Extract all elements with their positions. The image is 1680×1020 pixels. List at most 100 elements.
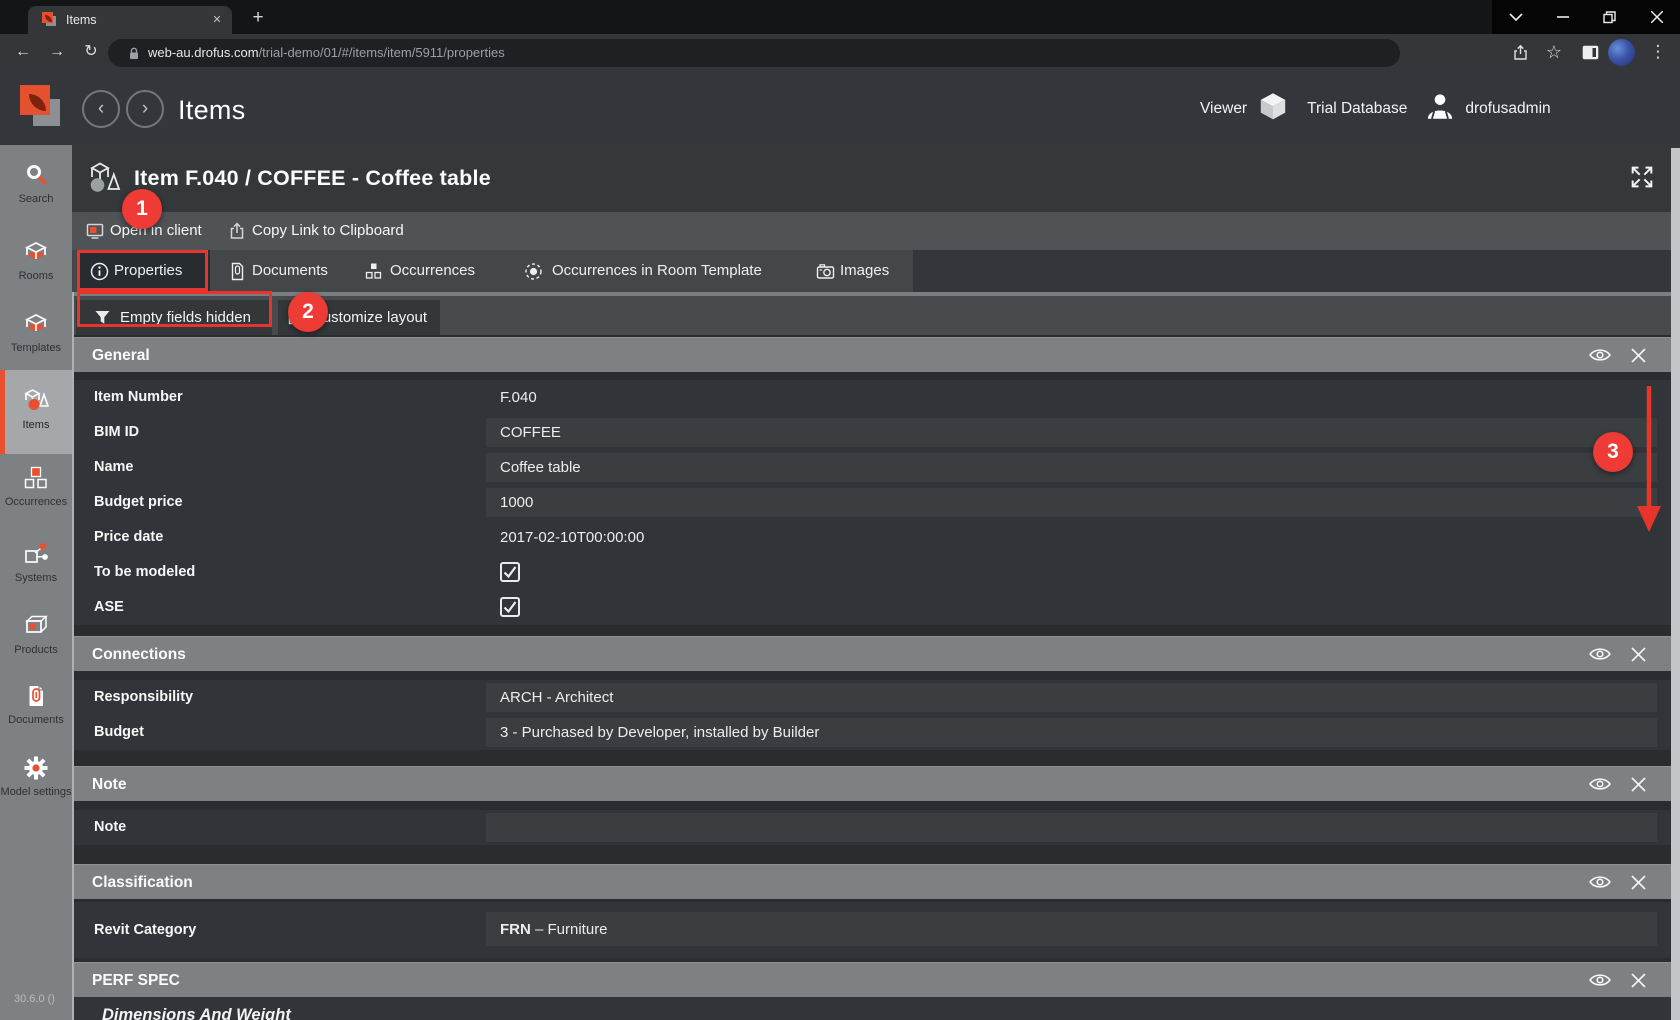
property-value-field[interactable] (486, 813, 1657, 842)
property-value-field[interactable] (486, 683, 1657, 712)
property-value[interactable]: 2017-02-10T00:00:00 (500, 520, 644, 555)
sidebar-item-rooms[interactable]: Rooms (0, 237, 72, 299)
sidebar-item-occurrences[interactable]: Occurrences (0, 463, 72, 525)
sidebar-item-label: Templates (0, 342, 72, 354)
copy-link-icon (228, 222, 246, 240)
section-close-icon[interactable] (1630, 874, 1647, 891)
section-header-note: Note (72, 766, 1680, 801)
bookmark-star-icon[interactable]: ☆ (1540, 38, 1568, 66)
page-scrollbar[interactable] (1671, 148, 1680, 1020)
section-header-general: General (72, 337, 1680, 372)
annotation-step-1: 1 (122, 189, 162, 229)
window-controls (1492, 0, 1680, 34)
tab-close-icon[interactable]: ✕ (210, 13, 224, 27)
tab-images[interactable]: Images (804, 250, 964, 292)
property-label: Note (94, 810, 126, 845)
window-minimize-icon[interactable] (1539, 0, 1586, 34)
templates-icon (23, 311, 49, 337)
browser-reload-button[interactable]: ↻ (78, 39, 104, 65)
sidebar-item-items[interactable]: Items (0, 370, 72, 454)
window-restore-icon[interactable] (1586, 0, 1633, 34)
browser-menu-icon[interactable]: ⋮ (1644, 38, 1672, 66)
section-close-icon[interactable] (1630, 776, 1647, 793)
section-close-icon[interactable] (1630, 646, 1647, 663)
section-title: Note (92, 767, 126, 802)
app-forward-button[interactable]: › (126, 90, 164, 128)
section-close-icon[interactable] (1630, 347, 1647, 364)
property-row-bim-id: BIM IDCOFFEE (74, 415, 1680, 450)
property-value-field[interactable] (486, 912, 1657, 946)
property-value-field[interactable] (486, 453, 1657, 482)
sidebar-item-label: Documents (0, 714, 72, 726)
section-rows-note: Note (72, 810, 1680, 845)
sidebar-item-search[interactable]: Search (0, 160, 72, 222)
section-rows-general: Item NumberF.040BIM IDCOFFEENameCoffee t… (72, 380, 1680, 625)
section-header-classification: Classification (72, 864, 1680, 899)
property-value[interactable]: F.040 (500, 380, 537, 415)
eye-visibility-icon[interactable] (1588, 970, 1612, 990)
browser-tab-title: Items (66, 6, 97, 34)
section-rows-perf-spec: Dimensions And Weight (72, 997, 1680, 1020)
tab-documents[interactable]: Documents (216, 250, 346, 292)
eye-visibility-icon[interactable] (1588, 644, 1612, 664)
search-icon (23, 162, 49, 188)
sidebar-item-model-settings[interactable]: Model settings (0, 753, 72, 825)
checkbox-checked[interactable] (500, 597, 520, 617)
property-value-field[interactable] (486, 418, 1657, 447)
annotation-step-3: 3 (1593, 432, 1633, 472)
camera-icon (816, 262, 835, 281)
screenshot-stage: Items ✕ + ← → ↻ web-au.drofus.com/trial-… (0, 0, 1680, 1020)
annotation-step-2: 2 (288, 292, 328, 332)
eye-visibility-icon[interactable] (1588, 872, 1612, 892)
eye-visibility-icon[interactable] (1588, 774, 1612, 794)
share-icon[interactable] (1506, 38, 1534, 66)
property-value-code: FRN (500, 921, 531, 938)
occ-icon (364, 262, 383, 281)
sidebar-item-products[interactable]: Products (0, 611, 72, 673)
property-value[interactable]: 1000 (500, 485, 533, 520)
sidebar-item-systems[interactable]: Systems (0, 539, 72, 601)
drofus-favicon-icon (42, 12, 58, 28)
window-close-icon[interactable] (1633, 0, 1680, 34)
doc-icon (228, 262, 247, 281)
rooms-icon (23, 239, 49, 265)
property-value[interactable]: Coffee table (500, 450, 581, 485)
property-value[interactable]: ARCH - Architect (500, 680, 613, 715)
viewer-cube-icon[interactable] (1257, 91, 1289, 126)
username-label[interactable]: drofusadmin (1465, 100, 1550, 118)
systems-icon (23, 541, 49, 567)
documents-icon (23, 683, 49, 709)
url-domain: web-au.drofus.com (148, 45, 259, 60)
copy-link-button[interactable]: Copy Link to Clipboard (252, 212, 404, 250)
side-panel-icon[interactable] (1576, 38, 1604, 66)
new-tab-button[interactable]: + (246, 6, 270, 30)
tab-occurrences[interactable]: Occurrences (352, 250, 482, 292)
browser-tab[interactable]: Items ✕ (28, 6, 232, 34)
browser-forward-button[interactable]: → (44, 39, 70, 65)
sidebar-item-templates[interactable]: Templates (0, 309, 72, 371)
property-value[interactable]: 3 - Purchased by Developer, installed by… (500, 715, 819, 750)
eye-visibility-icon[interactable] (1588, 345, 1612, 365)
property-value-field[interactable] (486, 488, 1657, 517)
tab-search-chevron-icon[interactable] (1492, 0, 1539, 34)
browser-back-button[interactable]: ← (10, 39, 36, 65)
item-3d-icon (84, 158, 124, 198)
property-value[interactable]: COFFEE (500, 415, 561, 450)
item-title: Item F.040 / COFFEE - Coffee table (134, 145, 491, 212)
content-left-divider (72, 292, 74, 1020)
app-back-button[interactable]: ‹ (82, 90, 120, 128)
property-value[interactable]: FRN – Furniture (500, 902, 608, 937)
property-row-name: NameCoffee table (74, 450, 1680, 485)
property-label: ASE (94, 590, 124, 625)
open-in-client-icon (86, 222, 104, 240)
checkbox-checked[interactable] (500, 562, 520, 582)
user-icon[interactable] (1425, 92, 1455, 125)
section-close-icon[interactable] (1630, 972, 1647, 989)
address-bar[interactable]: web-au.drofus.com/trial-demo/01/#/items/… (108, 39, 1400, 67)
profile-avatar[interactable] (1608, 39, 1635, 66)
annotation-arrow-down (1629, 380, 1669, 543)
sidebar-item-documents[interactable]: Documents (0, 681, 72, 743)
fullscreen-expand-icon[interactable] (1628, 163, 1656, 191)
item-action-bar: Open in client Copy Link to Clipboard (72, 212, 1680, 250)
tab-occurrences-in-room-template[interactable]: Occurrences in Room Template (512, 250, 802, 292)
